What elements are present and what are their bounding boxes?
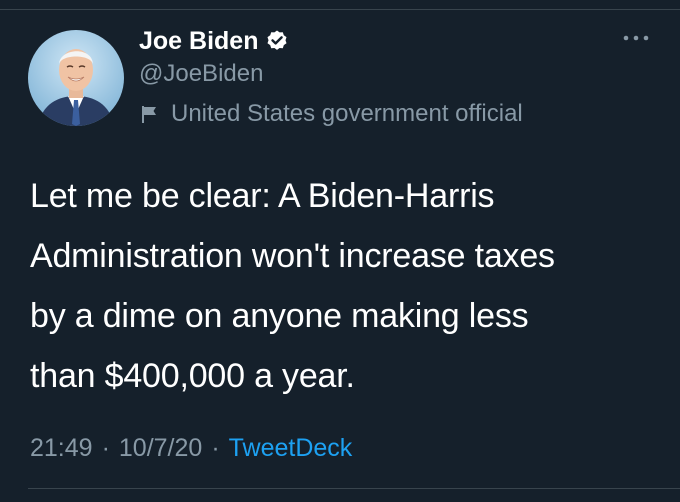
author-handle[interactable]: @JoeBiden [139,60,263,88]
tweet-time[interactable]: 21:49 [30,434,93,463]
verified-badge-icon [265,29,289,53]
tweet-text: Let me be clear: A Biden-Harris Administ… [30,177,555,395]
tweet-metadata: 21:49 · 10/7/20 · TweetDeck [30,430,352,466]
avatar-image [28,30,124,126]
separator-dot: · [101,433,110,462]
tweet-source-link[interactable]: TweetDeck [229,434,353,463]
government-label: United States government official [139,98,523,130]
bottom-divider [28,488,680,489]
author-display-name[interactable]: Joe Biden [139,27,258,56]
author-name-row: Joe Biden [139,24,289,58]
tweet-card: Joe Biden @JoeBiden United States govern… [0,0,680,502]
separator-dot: · [211,433,220,462]
tweet-date[interactable]: 10/7/20 [119,434,202,463]
flag-icon [139,103,161,125]
more-dots-icon[interactable] [620,28,652,48]
avatar[interactable] [28,30,124,126]
government-label-text: United States government official [171,100,523,127]
